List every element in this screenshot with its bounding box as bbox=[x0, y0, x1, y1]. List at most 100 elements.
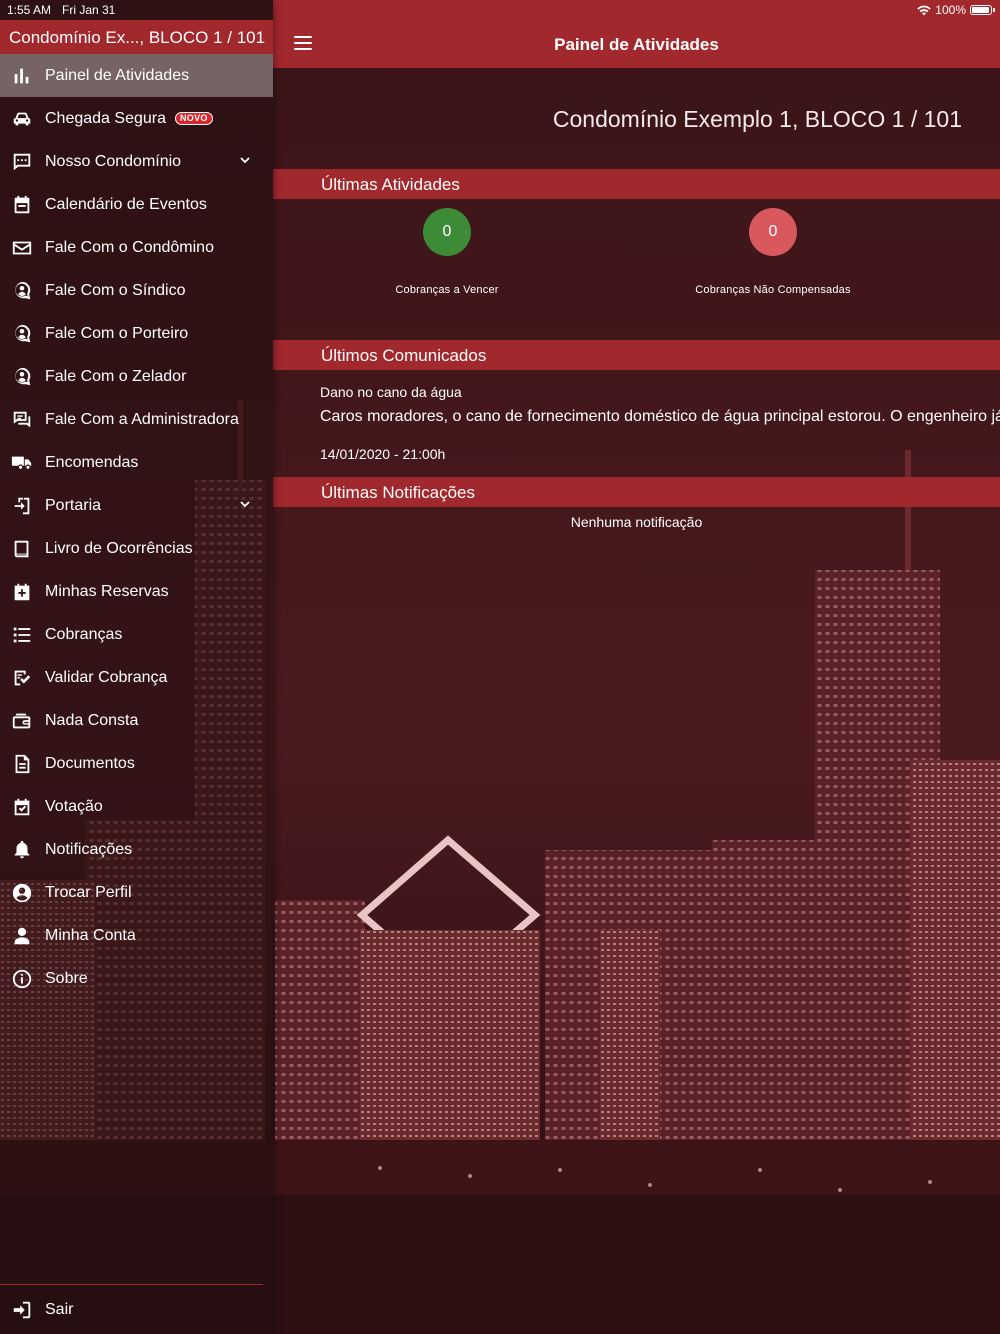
activities-header-label: Últimas Atividades bbox=[321, 175, 460, 194]
sidebar-item-votacao[interactable]: Votação bbox=[0, 785, 273, 828]
sidebar-profile-name[interactable]: Condomínio Ex..., BLOCO 1 / 101 bbox=[9, 28, 265, 48]
sidebar-item-nada-consta[interactable]: Nada Consta bbox=[0, 699, 273, 742]
page-title: Painel de Atividades bbox=[554, 35, 719, 54]
new-badge: NOVO bbox=[174, 112, 213, 125]
list-icon bbox=[11, 624, 33, 646]
calendar-icon bbox=[11, 194, 33, 216]
sidebar-item-label: Calendário de Eventos bbox=[45, 195, 207, 213]
person-chat-icon bbox=[11, 323, 33, 345]
activities-header: Últimas Atividades bbox=[273, 169, 1000, 199]
sidebar-item-painel-de-atividades[interactable]: Painel de Atividades bbox=[0, 54, 273, 97]
notifications-header-label: Últimas Notificações bbox=[321, 483, 475, 502]
bar-chart-icon bbox=[11, 65, 33, 87]
sidebar-item-label: Votação bbox=[45, 797, 103, 815]
unit-title: Condomínio Exemplo 1, BLOCO 1 / 101 bbox=[552, 106, 962, 132]
chevron-down-icon[interactable] bbox=[239, 498, 251, 510]
sidebar-item-label: Nosso Condomínio bbox=[45, 152, 182, 170]
sidebar-item-label: Fale Com a Administradora bbox=[45, 410, 239, 428]
validate-icon bbox=[11, 667, 33, 689]
logout-button[interactable]: Sair bbox=[0, 1288, 273, 1331]
sidebar-item-chegada-segura[interactable]: Chegada Segura NOVO bbox=[0, 97, 273, 140]
chat-bubble-icon bbox=[11, 151, 33, 173]
stat-circle: 0 bbox=[749, 208, 797, 256]
person-chat-icon bbox=[11, 280, 33, 302]
chevron-down-icon[interactable] bbox=[239, 154, 251, 166]
sidebar-item-label: Encomendas bbox=[45, 453, 139, 471]
sidebar-item-label: Portaria bbox=[45, 496, 102, 514]
truck-icon bbox=[11, 452, 33, 474]
sidebar-divider bbox=[0, 1284, 263, 1285]
stat-circle: 0 bbox=[423, 208, 471, 256]
notifications-empty: Nenhuma notificação bbox=[570, 514, 703, 530]
sidebar-item-label: Fale Com o Condômino bbox=[45, 238, 214, 256]
sidebar-item-nosso-condominio[interactable]: Nosso Condomínio bbox=[0, 140, 273, 183]
stat-caption: Cobranças a Vencer bbox=[395, 284, 499, 296]
sidebar-menu: Painel de Atividades Chegada Segura NOVO No… bbox=[0, 54, 273, 1000]
sidebar-item-calendario-de-eventos[interactable]: Calendário de Eventos bbox=[0, 183, 273, 226]
bell-icon bbox=[11, 839, 33, 861]
wifi-icon bbox=[917, 5, 931, 15]
announcement-body[interactable]: Caros moradores, o cano de fornecimento … bbox=[320, 408, 1000, 426]
door-enter-icon bbox=[11, 495, 33, 517]
sidebar-item-label: Fale Com o Zelador bbox=[45, 367, 187, 385]
sidebar-item-fale-com-o-condomino[interactable]: Fale Com o Condômino bbox=[0, 226, 273, 269]
sidebar-item-label: Minha Conta bbox=[45, 926, 136, 944]
sidebar-item-livro-de-ocorrencias[interactable]: Livro de Ocorrências bbox=[0, 527, 273, 570]
sidebar-item-label: Livro de Ocorrências bbox=[45, 539, 193, 557]
sidebar-item-label: Painel de Atividades bbox=[45, 66, 190, 84]
sidebar-item-label: Notificações bbox=[45, 840, 133, 858]
sidebar-item-notificacoes[interactable]: Notificações bbox=[0, 828, 273, 871]
sidebar-item-fale-com-o-sindico[interactable]: Fale Com o Síndico bbox=[0, 269, 273, 312]
logout-label: Sair bbox=[45, 1300, 74, 1318]
announcement-title[interactable]: Dano no cano da água bbox=[320, 384, 462, 400]
announcements-header: Últimos Comunicados bbox=[273, 340, 1000, 370]
sidebar-item-label: Fale Com o Síndico bbox=[45, 281, 186, 299]
stat-caption: Cobranças Não Compensadas bbox=[695, 284, 851, 296]
logout-icon bbox=[11, 1299, 33, 1321]
stat-uncleared-charges[interactable]: 0 Cobranças Não Compensadas bbox=[673, 208, 873, 296]
sidebar-item-validar-cobranca[interactable]: Validar Cobrança bbox=[0, 656, 273, 699]
announcement-date: 14/01/2020 - 21:00h bbox=[320, 446, 446, 462]
sidebar: Condomínio Ex..., BLOCO 1 / 101 Painel d… bbox=[0, 0, 273, 1334]
sidebar-item-fale-com-a-administradora[interactable]: Fale Com a Administradora bbox=[0, 398, 273, 441]
switch-profile-icon bbox=[11, 882, 33, 904]
announcements-header-label: Últimos Comunicados bbox=[321, 346, 487, 365]
battery-icon bbox=[970, 5, 995, 15]
status-date: Fri Jan 31 bbox=[62, 3, 116, 17]
sidebar-item-label: Validar Cobrança bbox=[45, 668, 168, 686]
wallet-icon bbox=[11, 710, 33, 732]
document-icon bbox=[11, 753, 33, 775]
sidebar-header: Condomínio Ex..., BLOCO 1 / 101 bbox=[0, 20, 273, 54]
sidebar-item-portaria[interactable]: Portaria bbox=[0, 484, 273, 527]
sidebar-item-label: Sobre bbox=[45, 969, 88, 987]
sidebar-item-encomendas[interactable]: Encomendas bbox=[0, 441, 273, 484]
sidebar-item-minha-conta[interactable]: Minha Conta bbox=[0, 914, 273, 957]
notifications-header: Últimas Notificações bbox=[273, 477, 1000, 507]
sidebar-item-cobrancas[interactable]: Cobranças bbox=[0, 613, 273, 656]
battery-percent: 100% bbox=[935, 3, 966, 17]
sidebar-item-label: Nada Consta bbox=[45, 711, 139, 729]
car-icon bbox=[11, 108, 33, 130]
sidebar-item-fale-com-o-zelador[interactable]: Fale Com o Zelador bbox=[0, 355, 273, 398]
sidebar-item-label: Chegada Segura bbox=[45, 109, 166, 127]
sidebar-item-label: Minhas Reservas bbox=[45, 582, 169, 600]
sidebar-item-label: Documentos bbox=[45, 754, 135, 772]
sidebar-item-label: Trocar Perfil bbox=[45, 883, 132, 901]
sidebar-item-documentos[interactable]: Documentos bbox=[0, 742, 273, 785]
sidebar-item-trocar-perfil[interactable]: Trocar Perfil bbox=[0, 871, 273, 914]
battery-fill bbox=[972, 7, 989, 13]
status-time: 1:55 AM bbox=[7, 3, 52, 17]
sidebar-item-sobre[interactable]: Sobre bbox=[0, 957, 273, 1000]
book-icon bbox=[11, 538, 33, 560]
user-icon bbox=[11, 925, 33, 947]
info-icon bbox=[11, 968, 33, 990]
stat-due-charges[interactable]: 0 Cobranças a Vencer bbox=[347, 208, 547, 296]
status-right: 100% bbox=[917, 0, 995, 20]
sidebar-item-label: Fale Com o Porteiro bbox=[45, 324, 189, 342]
status-bar: 1:55 AM Fri Jan 31 100% bbox=[0, 0, 1000, 20]
sidebar-item-fale-com-o-porteiro[interactable]: Fale Com o Porteiro bbox=[0, 312, 273, 355]
sidebar-item-minhas-reservas[interactable]: Minhas Reservas bbox=[0, 570, 273, 613]
chat-lines-icon bbox=[11, 409, 33, 431]
calendar-check-icon bbox=[11, 796, 33, 818]
envelope-icon bbox=[11, 237, 33, 259]
